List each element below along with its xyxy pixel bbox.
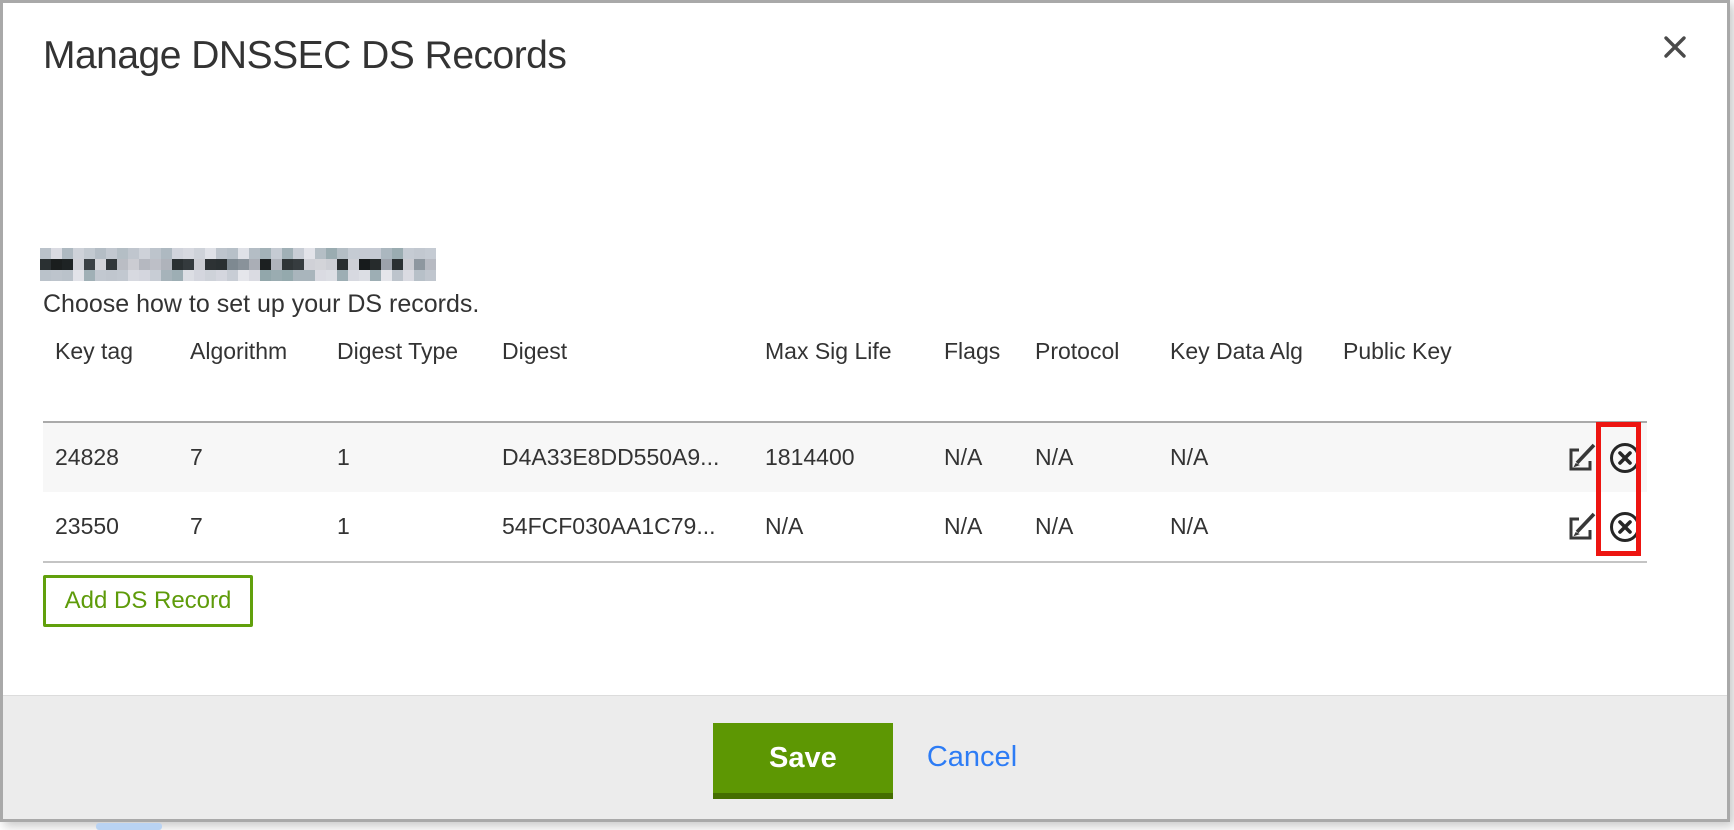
cell-protocol: N/A: [1023, 492, 1158, 562]
cell-digest: 54FCF030AA1C79...: [490, 492, 753, 562]
cell-max-sig-life: 1814400: [753, 422, 932, 492]
table-row: 24828 7 1 D4A33E8DD550A9... 1814400 N/A …: [43, 422, 1647, 492]
column-header-digest: Digest: [490, 329, 753, 422]
column-header-digest-type: Digest Type: [325, 329, 490, 422]
column-header-actions: [1553, 329, 1647, 422]
close-icon: [1659, 31, 1691, 63]
cell-actions: [1553, 492, 1647, 562]
cell-max-sig-life: N/A: [753, 492, 932, 562]
close-button[interactable]: [1653, 25, 1697, 69]
redacted-domain-pixelated: [40, 248, 436, 281]
cell-digest-type: 1: [325, 422, 490, 492]
edit-record-button[interactable]: [1565, 441, 1599, 475]
cell-key-tag: 23550: [43, 492, 178, 562]
column-header-public-key: Public Key: [1331, 329, 1553, 422]
cell-digest-type: 1: [325, 492, 490, 562]
cell-digest: D4A33E8DD550A9...: [490, 422, 753, 492]
cell-key-tag: 24828: [43, 422, 178, 492]
column-header-algorithm: Algorithm: [178, 329, 325, 422]
cell-protocol: N/A: [1023, 422, 1158, 492]
edit-icon: [1565, 510, 1599, 544]
cell-public-key: [1331, 492, 1553, 562]
cell-key-data-alg: N/A: [1158, 422, 1331, 492]
delete-record-button[interactable]: [1607, 440, 1643, 476]
cell-algorithm: 7: [178, 492, 325, 562]
background-page-fragment: [96, 823, 162, 830]
cell-actions: [1553, 422, 1647, 492]
table-header-row: Key tag Algorithm Digest Type Digest Max…: [43, 329, 1647, 422]
column-header-max-sig-life: Max Sig Life: [753, 329, 932, 422]
edit-icon: [1565, 441, 1599, 475]
delete-record-button[interactable]: [1607, 509, 1643, 545]
table-row: 23550 7 1 54FCF030AA1C79... N/A N/A N/A …: [43, 492, 1647, 562]
cell-flags: N/A: [932, 492, 1023, 562]
cancel-link[interactable]: Cancel: [927, 741, 1017, 774]
delete-icon: [1607, 440, 1643, 476]
save-button[interactable]: Save: [713, 723, 893, 799]
edit-record-button[interactable]: [1565, 510, 1599, 544]
cell-public-key: [1331, 422, 1553, 492]
column-header-protocol: Protocol: [1023, 329, 1158, 422]
cell-flags: N/A: [932, 422, 1023, 492]
column-header-key-data-alg: Key Data Alg: [1158, 329, 1331, 422]
page-title: Manage DNSSEC DS Records: [43, 33, 566, 79]
ds-records-table: Key tag Algorithm Digest Type Digest Max…: [43, 329, 1647, 563]
delete-icon: [1607, 509, 1643, 545]
cell-algorithm: 7: [178, 422, 325, 492]
cell-key-data-alg: N/A: [1158, 492, 1331, 562]
modal-footer: Save Cancel: [3, 695, 1727, 819]
add-ds-record-button[interactable]: Add DS Record: [43, 575, 253, 627]
manage-dnssec-modal: Manage DNSSEC DS Records Choose how to s…: [0, 0, 1730, 822]
setup-instruction-text: Choose how to set up your DS records.: [43, 290, 479, 319]
column-header-flags: Flags: [932, 329, 1023, 422]
column-header-key-tag: Key tag: [43, 329, 178, 422]
